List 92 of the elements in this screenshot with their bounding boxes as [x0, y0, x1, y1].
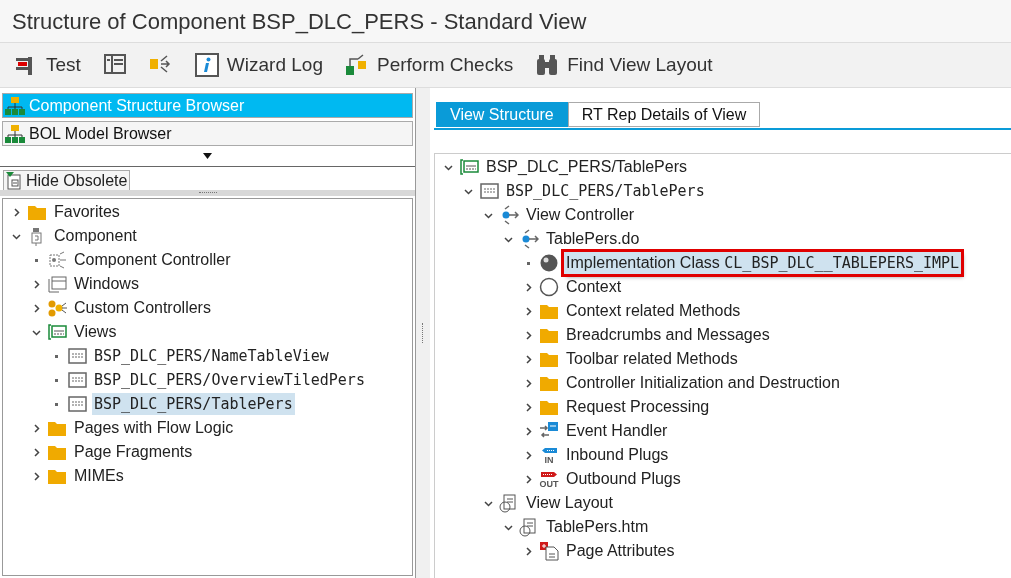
expand-chevron-icon[interactable]	[523, 474, 533, 484]
browser-button[interactable]: BOL Model Browser	[2, 121, 413, 146]
tree-node[interactable]: Page Attributes	[564, 540, 677, 562]
tree-node[interactable]: Context related Methods	[564, 300, 743, 322]
tree-node[interactable]: Views	[72, 321, 119, 343]
collapse-chevron-icon[interactable]	[503, 522, 513, 532]
tree-node[interactable]: BSP_DLC_PERS/TablePers	[504, 180, 707, 202]
leaf-bullet-icon	[54, 354, 58, 358]
collapse-chevron-icon[interactable]	[31, 327, 41, 337]
tree-node[interactable]: Windows	[72, 273, 141, 295]
leaf-bullet-icon	[54, 402, 58, 406]
layout-page-icon	[499, 493, 519, 513]
expand-chevron-icon[interactable]	[523, 546, 533, 556]
tree-node[interactable]: Custom Controllers	[72, 297, 213, 319]
tree-node[interactable]: Event Handler	[564, 420, 670, 442]
tree-node[interactable]: Component Controller	[72, 249, 233, 271]
tree-node[interactable]: Inbound Plugs	[564, 444, 671, 466]
view-icon	[67, 370, 87, 390]
tree-node[interactable]: Implementation Class CL_BSP_DLC__TABLEPERS_IMPL	[564, 252, 962, 274]
plug-direction-label: IN	[544, 454, 554, 465]
tree-node[interactable]: Breadcrumbs and Messages	[564, 324, 772, 346]
leaf-bullet-icon	[34, 258, 38, 262]
expand-chevron-icon[interactable]	[31, 303, 41, 313]
toolbar-button[interactable]: Test	[14, 48, 81, 82]
tree-node[interactable]: MIMEs	[72, 465, 126, 487]
binoculars-icon	[535, 53, 560, 77]
custom-controllers-icon	[47, 298, 67, 318]
hierarchy-icon	[5, 123, 25, 144]
hide-obsolete-button[interactable]: Hide Obsolete	[3, 170, 131, 192]
tree-node[interactable]: Page Fragments	[72, 441, 195, 463]
toolbar-button[interactable]: Perform Checks	[344, 48, 514, 82]
expand-chevron-icon[interactable]	[11, 207, 21, 217]
expand-chevron-icon[interactable]	[523, 450, 533, 460]
controller-icon	[47, 250, 67, 270]
window-title: Structure of Component BSP_DLC_PERS - Standard View	[12, 7, 587, 36]
circle-icon	[539, 277, 559, 297]
filter-list-icon	[6, 172, 24, 190]
leaf-bullet-icon	[526, 261, 530, 265]
tree-node[interactable]: Toolbar related Methods	[564, 348, 740, 370]
sphere-icon	[539, 253, 559, 273]
tree-node[interactable]: BSP_DLC_PERS/TablePers	[92, 393, 295, 415]
collapse-chevron-icon[interactable]	[463, 186, 473, 196]
tree-node[interactable]: BSP_DLC_PERS/NameTableView	[92, 345, 331, 367]
expand-chevron-icon[interactable]	[31, 447, 41, 457]
expand-chevron-icon[interactable]	[523, 330, 533, 340]
dropdown-arrow-icon[interactable]	[203, 153, 212, 159]
expand-chevron-icon[interactable]	[523, 354, 533, 364]
tab[interactable]: RT Rep Details of View	[567, 102, 761, 127]
toolbar-button[interactable]: Wizard Log	[194, 48, 323, 82]
expand-chevron-icon[interactable]	[31, 279, 41, 289]
info-icon	[194, 53, 219, 77]
views-icon	[459, 157, 479, 177]
plug-icon	[539, 469, 559, 479]
expand-chevron-icon[interactable]	[523, 378, 533, 388]
view-icon	[67, 346, 87, 366]
tree-node[interactable]: Request Processing	[564, 396, 712, 418]
tree-node[interactable]: Component	[52, 225, 139, 247]
collapse-chevron-icon[interactable]	[483, 498, 493, 508]
tree-node[interactable]: BSP_DLC_PERS/TablePers	[484, 156, 689, 178]
leaf-bullet-icon	[54, 378, 58, 382]
collapse-chevron-icon[interactable]	[11, 231, 21, 241]
hierarchy-check-icon	[344, 53, 369, 77]
collapse-chevron-icon[interactable]	[443, 162, 453, 172]
tree-node[interactable]: View Controller	[524, 204, 637, 226]
tree-node[interactable]: Controller Initialization and Destruction	[564, 372, 842, 394]
tree-node[interactable]: Outbound Plugs	[564, 468, 683, 490]
plug-icon	[539, 445, 559, 455]
collapse-chevron-icon[interactable]	[483, 210, 493, 220]
expand-chevron-icon[interactable]	[523, 282, 533, 292]
tree-node[interactable]: Context	[564, 276, 624, 298]
view-icon	[479, 181, 499, 201]
tree-node[interactable]: Favorites	[52, 201, 122, 223]
tree-node[interactable]: Pages with Flow Logic	[72, 417, 236, 439]
panel-layout-icon	[102, 53, 127, 77]
expand-chevron-icon[interactable]	[31, 423, 41, 433]
page-attributes-icon	[539, 541, 559, 561]
window-icon	[47, 274, 67, 294]
collapse-chevron-icon[interactable]	[503, 234, 513, 244]
toolbar-button[interactable]: Find View Layout	[535, 48, 713, 82]
plug-direction-label: OUT	[539, 478, 559, 489]
view-icon	[67, 394, 87, 414]
tree-node[interactable]: View Layout	[524, 492, 615, 514]
layout-page-icon	[519, 517, 539, 537]
expand-chevron-icon[interactable]	[523, 426, 533, 436]
tree-node[interactable]: TablePers.do	[544, 228, 642, 250]
expand-chevron-icon[interactable]	[31, 471, 41, 481]
hierarchy-icon	[5, 95, 25, 116]
views-icon	[47, 322, 67, 342]
expand-chevron-icon[interactable]	[523, 402, 533, 412]
tree-node[interactable]: BSP_DLC_PERS/OverviewTiledPers	[92, 369, 367, 391]
expand-chevron-icon[interactable]	[523, 306, 533, 316]
tree-node[interactable]: TablePers.htm	[544, 516, 651, 538]
